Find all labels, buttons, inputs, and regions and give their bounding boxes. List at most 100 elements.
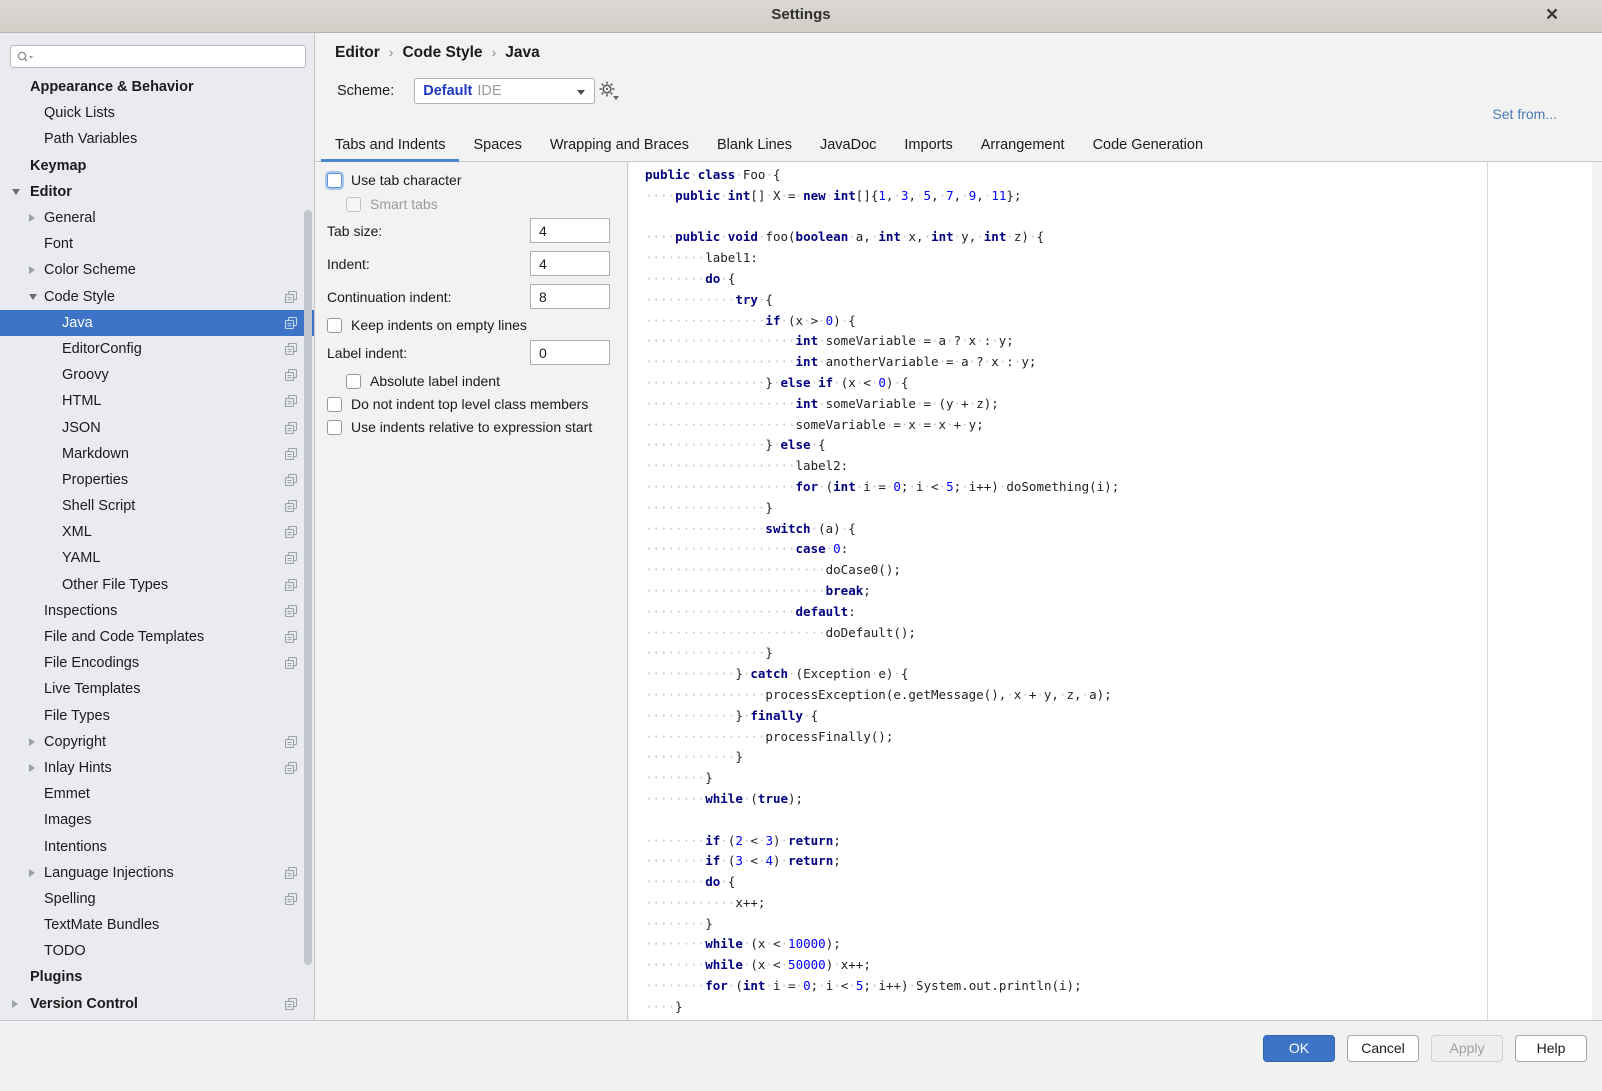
gear-icon[interactable]: [598, 80, 620, 102]
chevron-down-icon[interactable]: [12, 189, 20, 195]
tab-code-generation[interactable]: Code Generation: [1079, 137, 1217, 161]
sidebar-item-code-style[interactable]: Code Style: [0, 284, 314, 310]
sidebar-item-label: Version Control: [30, 996, 138, 1012]
tab-imports[interactable]: Imports: [890, 137, 966, 161]
use-tab-character-checkbox[interactable]: [327, 173, 342, 188]
tab-arrangement[interactable]: Arrangement: [967, 137, 1079, 161]
indents-relative-checkbox[interactable]: [327, 420, 342, 435]
no-indent-top-level-label: Do not indent top level class members: [351, 396, 588, 412]
tab-spaces[interactable]: Spaces: [459, 137, 535, 161]
absolute-label-indent-checkbox[interactable]: [346, 374, 361, 389]
code-line: ············try·{: [645, 290, 1592, 311]
chevron-right-icon[interactable]: [12, 1000, 18, 1008]
sidebar-item-html[interactable]: HTML: [0, 388, 314, 414]
tab-wrapping-and-braces[interactable]: Wrapping and Braces: [536, 137, 703, 161]
copy-pages-icon: [284, 892, 298, 906]
sidebar-item-keymap[interactable]: Keymap: [0, 153, 314, 179]
sidebar-item-java[interactable]: Java: [0, 310, 314, 336]
tab-javadoc[interactable]: JavaDoc: [806, 137, 890, 161]
sidebar-item-plugins[interactable]: Plugins: [0, 964, 314, 990]
sidebar-item-live-templates[interactable]: Live Templates: [0, 676, 314, 702]
sidebar-item-shell-script[interactable]: Shell Script: [0, 493, 314, 519]
sidebar-item-color-scheme[interactable]: Color Scheme: [0, 257, 314, 283]
continuation-indent-label: Continuation indent:: [327, 289, 452, 305]
sidebar-item-label: Properties: [62, 472, 128, 488]
chevron-right-icon[interactable]: [29, 764, 35, 772]
sidebar-item-file-encodings[interactable]: File Encodings: [0, 650, 314, 676]
sidebar-item-path-variables[interactable]: Path Variables: [0, 126, 314, 152]
tab-tabs-and-indents[interactable]: Tabs and Indents: [321, 137, 459, 161]
chevron-right-icon[interactable]: [29, 869, 35, 877]
close-icon[interactable]: ×: [1540, 3, 1564, 27]
sidebar-item-todo[interactable]: TODO: [0, 938, 314, 964]
sidebar-item-version-control[interactable]: Version Control: [0, 991, 314, 1017]
code-line: [645, 207, 1592, 228]
sidebar-item-inlay-hints[interactable]: Inlay Hints: [0, 755, 314, 781]
sidebar-item-properties[interactable]: Properties: [0, 467, 314, 493]
sidebar-item-font[interactable]: Font: [0, 231, 314, 257]
code-line: ········}: [645, 768, 1592, 789]
set-from-link[interactable]: Set from...: [1492, 106, 1557, 122]
sidebar-item-label: General: [44, 210, 96, 226]
code-line: public·class·Foo·{: [645, 165, 1592, 186]
tabs-and-indents-panel: Use tab character Smart tabs Tab size: I…: [315, 162, 1602, 1020]
sidebar-item-copyright[interactable]: Copyright: [0, 729, 314, 755]
help-button[interactable]: Help: [1515, 1035, 1587, 1062]
sidebar-item-file-types[interactable]: File Types: [0, 703, 314, 729]
sidebar-item-groovy[interactable]: Groovy: [0, 362, 314, 388]
search-icon: [16, 50, 36, 64]
label-indent-input[interactable]: [530, 340, 610, 365]
copy-pages-icon: [284, 316, 298, 330]
sidebar-item-label: Language Injections: [44, 865, 174, 881]
search-input[interactable]: [10, 45, 306, 68]
breadcrumb: Editor›Code Style›Java: [335, 44, 540, 62]
chevron-right-icon[interactable]: [29, 214, 35, 222]
copy-pages-icon: [284, 866, 298, 880]
apply-button: Apply: [1431, 1035, 1503, 1062]
ok-button[interactable]: OK: [1263, 1035, 1335, 1062]
scheme-ide-tag: IDE: [477, 83, 501, 99]
scheme-label: Scheme:: [337, 83, 394, 99]
sidebar-item-appearance-behavior[interactable]: Appearance & Behavior: [0, 74, 314, 100]
tab-size-input[interactable]: [530, 218, 610, 243]
cancel-button[interactable]: Cancel: [1347, 1035, 1419, 1062]
sidebar-item-json[interactable]: JSON: [0, 414, 314, 440]
code-line: ············x++;: [645, 893, 1592, 914]
sidebar-item-xml[interactable]: XML: [0, 519, 314, 545]
keep-indents-checkbox[interactable]: [327, 318, 342, 333]
sidebar-item-yaml[interactable]: YAML: [0, 545, 314, 571]
sidebar-item-label: EditorConfig: [62, 341, 142, 357]
sidebar-item-textmate-bundles[interactable]: TextMate Bundles: [0, 912, 314, 938]
chevron-down-icon[interactable]: [29, 294, 37, 300]
code-line: ····················int·someVariable·=·a…: [645, 331, 1592, 352]
indent-input[interactable]: [530, 251, 610, 276]
code-line: ············}·catch·(Exception·e)·{: [645, 664, 1592, 685]
code-line: ················if·(x·>·0)·{: [645, 311, 1592, 332]
sidebar-item-label: Emmet: [44, 786, 90, 802]
sidebar-item-markdown[interactable]: Markdown: [0, 441, 314, 467]
breadcrumb-editor[interactable]: Editor: [335, 44, 380, 61]
sidebar-scrollbar[interactable]: [304, 210, 312, 965]
sidebar-item-other-file-types[interactable]: Other File Types: [0, 572, 314, 598]
sidebar-item-editor[interactable]: Editor: [0, 179, 314, 205]
breadcrumb-code-style[interactable]: Code Style: [402, 44, 482, 61]
code-line: ····················someVariable·=·x·=·x…: [645, 415, 1592, 436]
sidebar-item-label: Keymap: [30, 158, 86, 174]
scheme-select[interactable]: Default IDE: [414, 78, 595, 104]
sidebar-item-emmet[interactable]: Emmet: [0, 781, 314, 807]
sidebar-item-intentions[interactable]: Intentions: [0, 833, 314, 859]
sidebar-item-quick-lists[interactable]: Quick Lists: [0, 100, 314, 126]
sidebar-item-spelling[interactable]: Spelling: [0, 886, 314, 912]
chevron-right-icon[interactable]: [29, 266, 35, 274]
tab-blank-lines[interactable]: Blank Lines: [703, 137, 806, 161]
no-indent-top-level-checkbox[interactable]: [327, 397, 342, 412]
sidebar-item-file-and-code-templates[interactable]: File and Code Templates: [0, 624, 314, 650]
chevron-right-icon[interactable]: [29, 738, 35, 746]
sidebar-item-general[interactable]: General: [0, 205, 314, 231]
sidebar-item-inspections[interactable]: Inspections: [0, 598, 314, 624]
sidebar-item-language-injections[interactable]: Language Injections: [0, 860, 314, 886]
code-line: ····public·int[]·X·=·new·int[]{1,·3,·5,·…: [645, 186, 1592, 207]
continuation-indent-input[interactable]: [530, 284, 610, 309]
sidebar-item-editorconfig[interactable]: EditorConfig: [0, 336, 314, 362]
sidebar-item-images[interactable]: Images: [0, 807, 314, 833]
